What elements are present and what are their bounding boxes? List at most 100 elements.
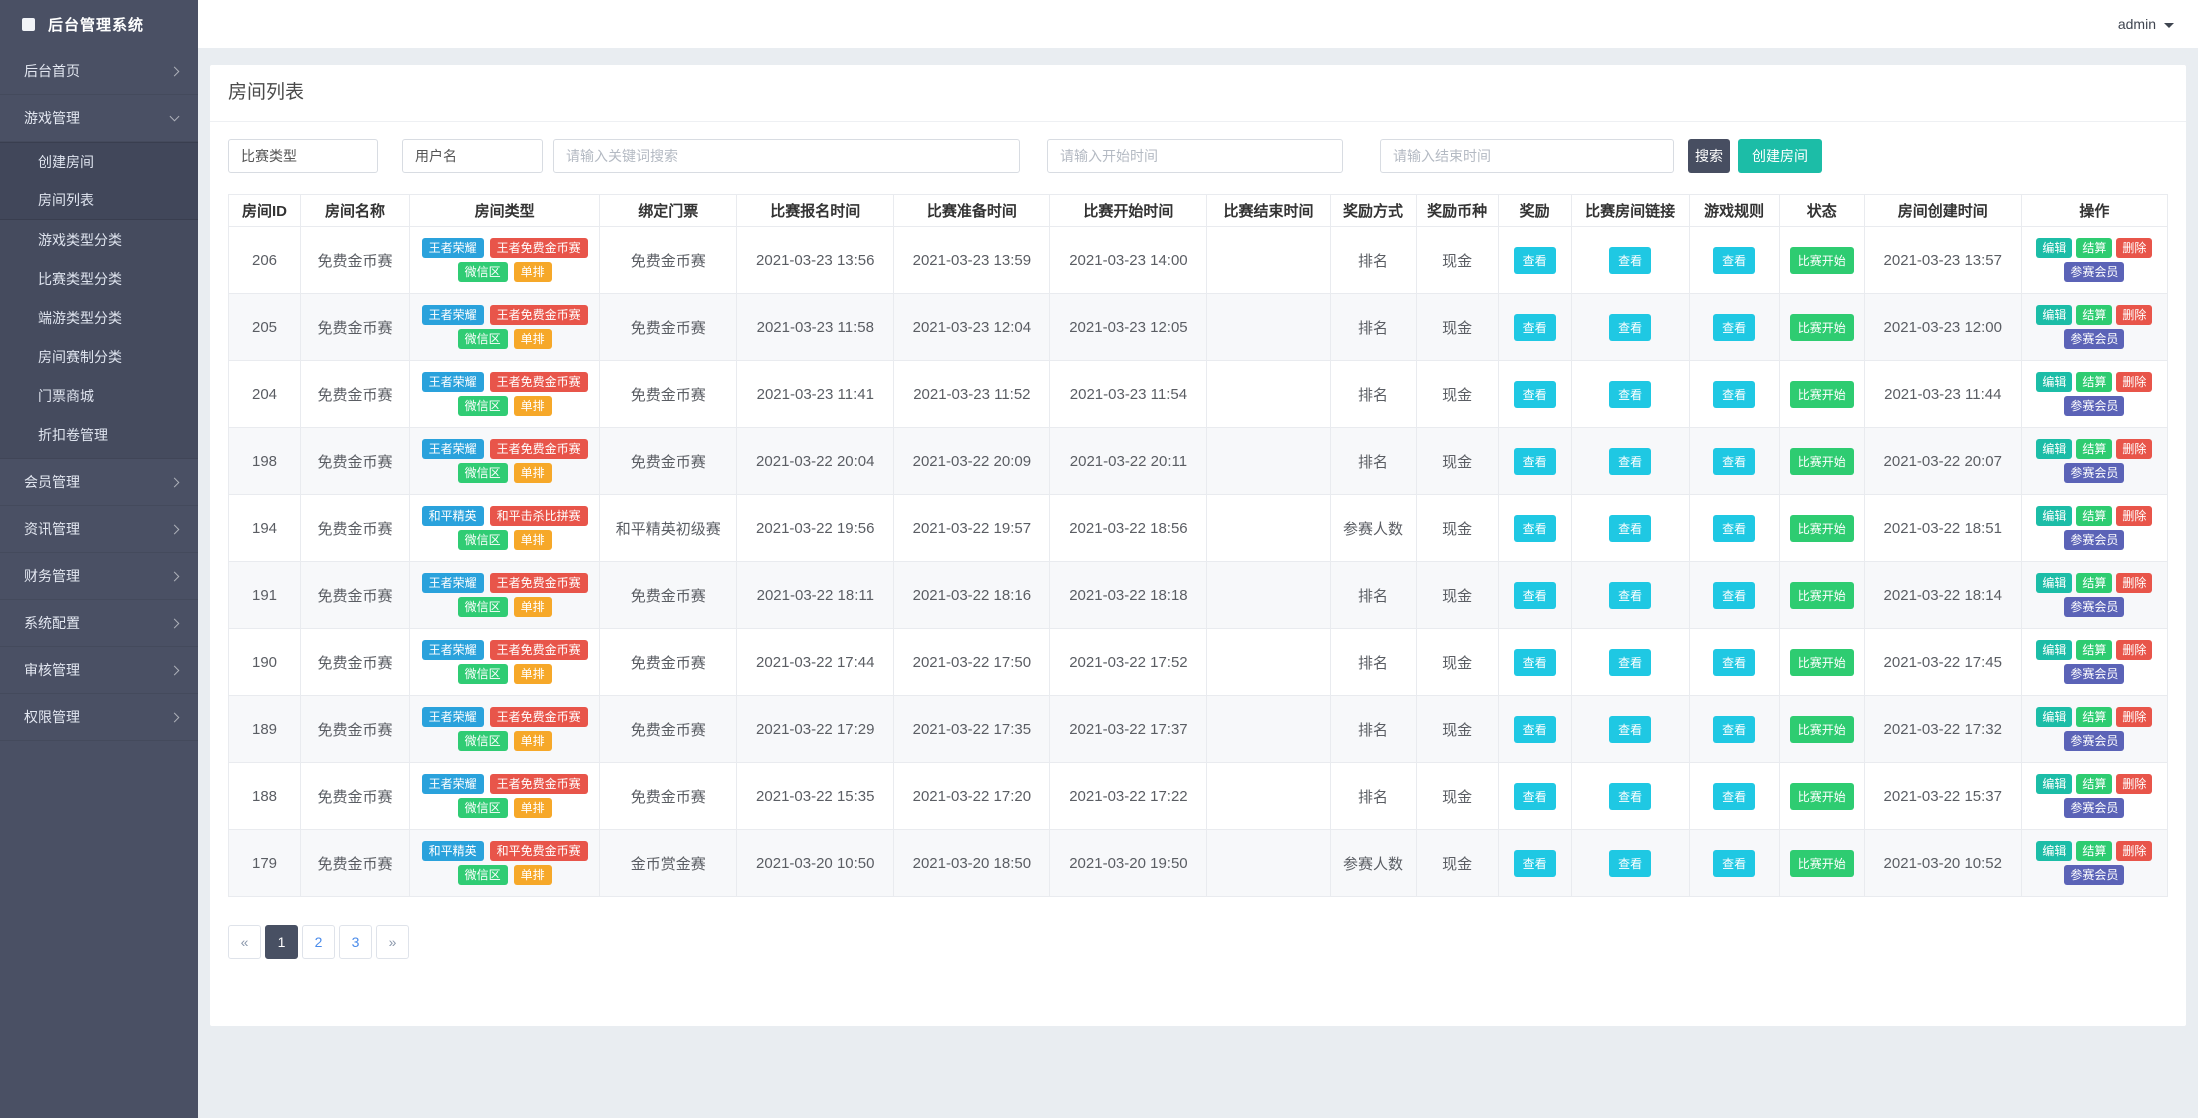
end-time-input[interactable]: 请输入结束时间: [1380, 139, 1674, 173]
view-room-link-button[interactable]: 查看: [1609, 447, 1652, 475]
start-time-input[interactable]: 请输入开始时间: [1047, 139, 1343, 173]
view-rules-button[interactable]: 查看: [1713, 581, 1756, 609]
create-room-button[interactable]: 创建房间: [1738, 139, 1822, 173]
view-room-link-button[interactable]: 查看: [1609, 380, 1652, 408]
edit-button[interactable]: 编辑: [2036, 238, 2073, 258]
settle-button[interactable]: 结算: [2076, 573, 2113, 593]
view-reward-button[interactable]: 查看: [1513, 246, 1556, 274]
delete-button[interactable]: 删除: [2116, 841, 2153, 861]
view-reward-button[interactable]: 查看: [1513, 648, 1556, 676]
sidebar-item-3[interactable]: 资讯管理: [0, 506, 198, 553]
view-reward-button[interactable]: 查看: [1513, 380, 1556, 408]
delete-button[interactable]: 删除: [2116, 707, 2153, 727]
members-button[interactable]: 参赛会员: [2064, 262, 2125, 282]
sidebar-subitem[interactable]: 房间列表: [0, 181, 198, 220]
view-room-link-button[interactable]: 查看: [1609, 849, 1652, 877]
sidebar-subitem[interactable]: 比赛类型分类: [0, 259, 198, 298]
sidebar-subitem[interactable]: 房间赛制分类: [0, 337, 198, 376]
delete-button[interactable]: 删除: [2116, 774, 2153, 794]
view-reward-button[interactable]: 查看: [1513, 782, 1556, 810]
status-button[interactable]: 比赛开始: [1789, 246, 1854, 274]
delete-button[interactable]: 删除: [2116, 305, 2153, 325]
view-rules-button[interactable]: 查看: [1713, 648, 1756, 676]
members-button[interactable]: 参赛会员: [2064, 530, 2125, 550]
status-button[interactable]: 比赛开始: [1789, 514, 1854, 542]
view-reward-button[interactable]: 查看: [1513, 715, 1556, 743]
settle-button[interactable]: 结算: [2076, 841, 2113, 861]
view-room-link-button[interactable]: 查看: [1609, 648, 1652, 676]
view-room-link-button[interactable]: 查看: [1609, 715, 1652, 743]
settle-button[interactable]: 结算: [2076, 305, 2113, 325]
view-rules-button[interactable]: 查看: [1713, 313, 1756, 341]
view-room-link-button[interactable]: 查看: [1609, 313, 1652, 341]
page-prev[interactable]: «: [228, 925, 261, 959]
sidebar-subitem[interactable]: 创建房间: [0, 142, 198, 181]
status-button[interactable]: 比赛开始: [1789, 380, 1854, 408]
status-button[interactable]: 比赛开始: [1789, 715, 1854, 743]
sidebar-item-5[interactable]: 系统配置: [0, 600, 198, 647]
view-rules-button[interactable]: 查看: [1713, 782, 1756, 810]
status-button[interactable]: 比赛开始: [1789, 849, 1854, 877]
sidebar-item-7[interactable]: 权限管理: [0, 694, 198, 741]
settle-button[interactable]: 结算: [2076, 774, 2113, 794]
sidebar-subitem[interactable]: 门票商城: [0, 376, 198, 415]
settle-button[interactable]: 结算: [2076, 707, 2113, 727]
sidebar-subitem[interactable]: 游戏类型分类: [0, 220, 198, 259]
settle-button[interactable]: 结算: [2076, 506, 2113, 526]
members-button[interactable]: 参赛会员: [2064, 731, 2125, 751]
status-button[interactable]: 比赛开始: [1789, 581, 1854, 609]
members-button[interactable]: 参赛会员: [2064, 597, 2125, 617]
settle-button[interactable]: 结算: [2076, 238, 2113, 258]
members-button[interactable]: 参赛会员: [2064, 865, 2125, 885]
view-rules-button[interactable]: 查看: [1713, 246, 1756, 274]
edit-button[interactable]: 编辑: [2036, 305, 2073, 325]
view-rules-button[interactable]: 查看: [1713, 715, 1756, 743]
view-rules-button[interactable]: 查看: [1713, 849, 1756, 877]
sidebar-item-1[interactable]: 游戏管理: [0, 95, 198, 142]
delete-button[interactable]: 删除: [2116, 372, 2153, 392]
edit-button[interactable]: 编辑: [2036, 573, 2073, 593]
sidebar-subitem[interactable]: 端游类型分类: [0, 298, 198, 337]
edit-button[interactable]: 编辑: [2036, 640, 2073, 660]
page-2[interactable]: 2: [302, 925, 335, 959]
view-rules-button[interactable]: 查看: [1713, 514, 1756, 542]
members-button[interactable]: 参赛会员: [2064, 798, 2125, 818]
delete-button[interactable]: 删除: [2116, 439, 2153, 459]
username-select[interactable]: 用户名: [402, 139, 543, 173]
sidebar-item-4[interactable]: 财务管理: [0, 553, 198, 600]
status-button[interactable]: 比赛开始: [1789, 313, 1854, 341]
page-3[interactable]: 3: [339, 925, 372, 959]
delete-button[interactable]: 删除: [2116, 573, 2153, 593]
delete-button[interactable]: 删除: [2116, 506, 2153, 526]
view-reward-button[interactable]: 查看: [1513, 849, 1556, 877]
sidebar-item-6[interactable]: 审核管理: [0, 647, 198, 694]
sidebar-subitem[interactable]: 折扣卷管理: [0, 415, 198, 454]
page-next[interactable]: »: [376, 925, 409, 959]
view-room-link-button[interactable]: 查看: [1609, 246, 1652, 274]
view-room-link-button[interactable]: 查看: [1609, 514, 1652, 542]
status-button[interactable]: 比赛开始: [1789, 782, 1854, 810]
page-1[interactable]: 1: [265, 925, 298, 959]
members-button[interactable]: 参赛会员: [2064, 463, 2125, 483]
members-button[interactable]: 参赛会员: [2064, 396, 2125, 416]
search-button[interactable]: 搜索: [1688, 139, 1730, 173]
members-button[interactable]: 参赛会员: [2064, 664, 2125, 684]
delete-button[interactable]: 删除: [2116, 640, 2153, 660]
edit-button[interactable]: 编辑: [2036, 774, 2073, 794]
user-menu[interactable]: admin: [2118, 16, 2174, 32]
delete-button[interactable]: 删除: [2116, 238, 2153, 258]
view-room-link-button[interactable]: 查看: [1609, 782, 1652, 810]
view-reward-button[interactable]: 查看: [1513, 447, 1556, 475]
view-rules-button[interactable]: 查看: [1713, 380, 1756, 408]
members-button[interactable]: 参赛会员: [2064, 329, 2125, 349]
match-type-select[interactable]: 比赛类型: [228, 139, 378, 173]
sidebar-item-0[interactable]: 后台首页: [0, 48, 198, 95]
settle-button[interactable]: 结算: [2076, 372, 2113, 392]
status-button[interactable]: 比赛开始: [1789, 447, 1854, 475]
keyword-input[interactable]: 请输入关键词搜索: [553, 139, 1020, 173]
edit-button[interactable]: 编辑: [2036, 707, 2073, 727]
edit-button[interactable]: 编辑: [2036, 841, 2073, 861]
view-reward-button[interactable]: 查看: [1513, 313, 1556, 341]
status-button[interactable]: 比赛开始: [1789, 648, 1854, 676]
edit-button[interactable]: 编辑: [2036, 372, 2073, 392]
